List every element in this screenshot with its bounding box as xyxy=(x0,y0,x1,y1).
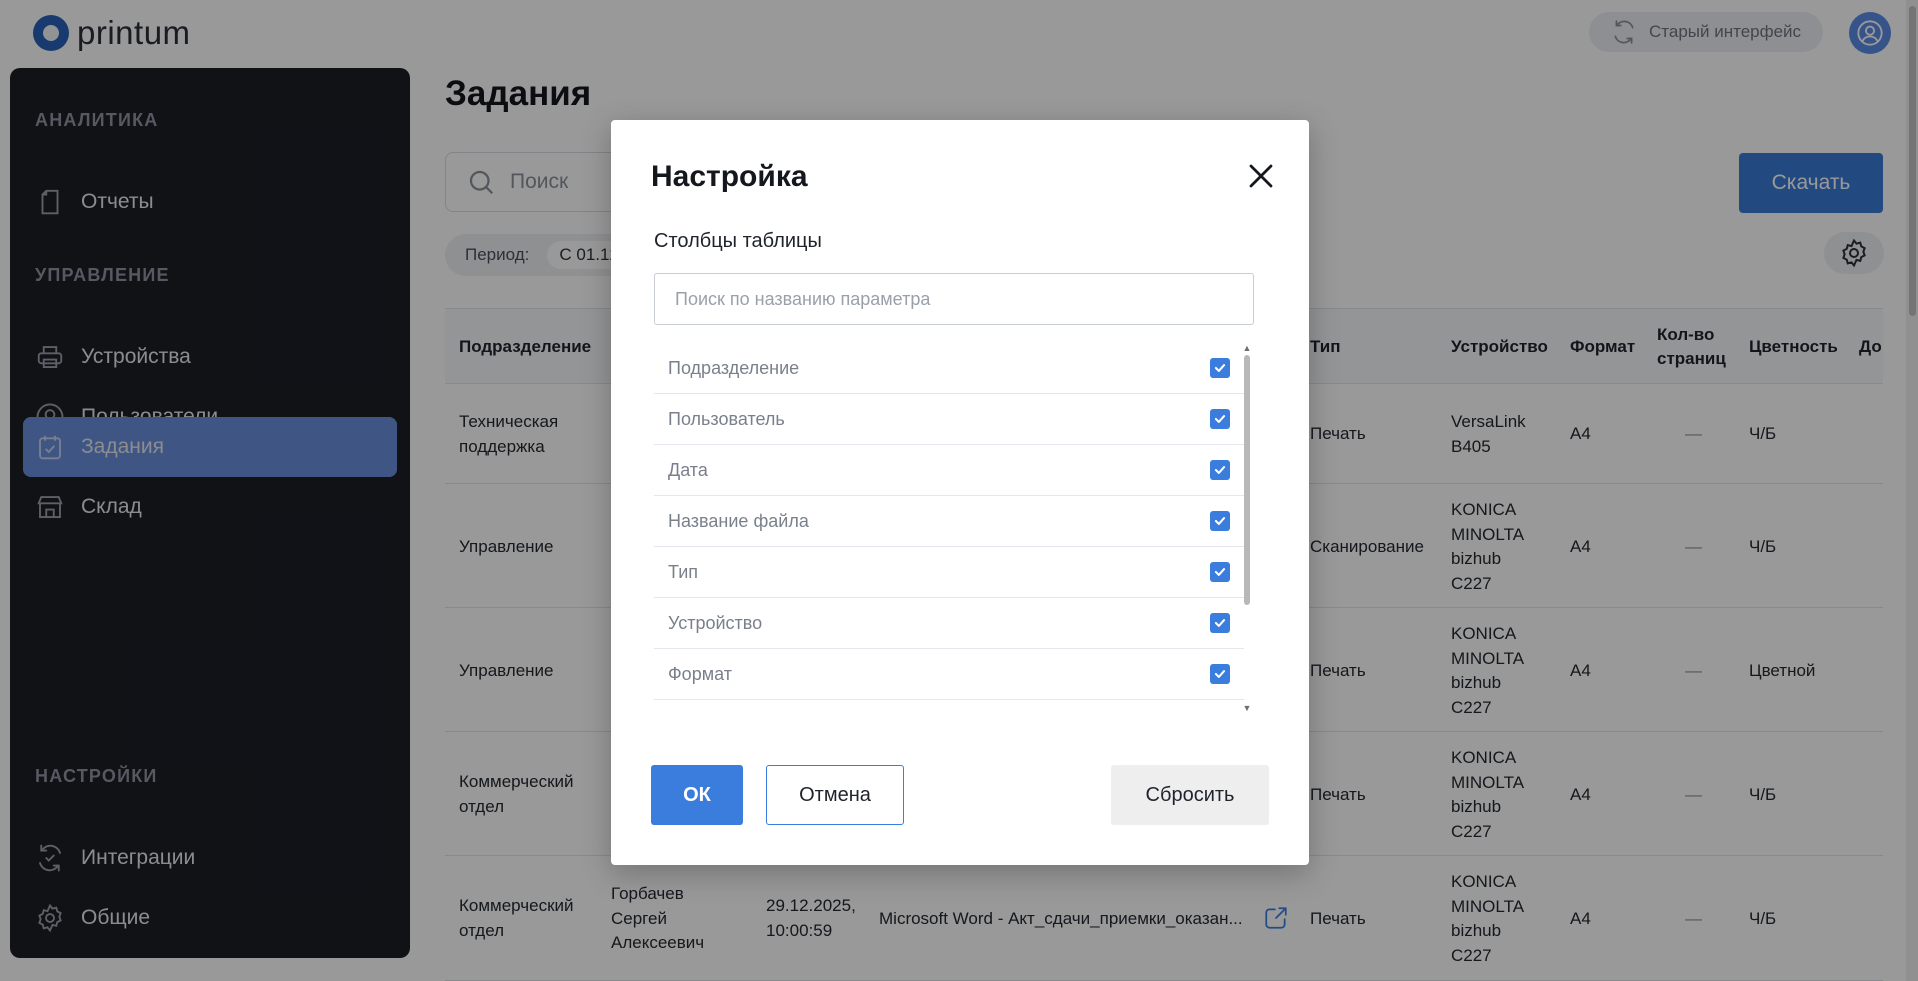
close-icon[interactable] xyxy=(1241,156,1281,196)
cancel-button[interactable]: Отмена xyxy=(766,765,904,825)
modal-subtitle: Столбцы таблицы xyxy=(654,230,822,252)
reset-button[interactable]: Сбросить xyxy=(1111,765,1269,825)
column-option-label: Устройство xyxy=(668,612,763,633)
columns-list: Подразделение Пользователь Дата Название… xyxy=(654,343,1244,713)
ok-button[interactable]: ОК xyxy=(651,765,743,825)
parameter-search-input[interactable]: Поиск по названию параметра xyxy=(654,273,1254,325)
column-checkbox[interactable] xyxy=(1210,613,1230,633)
list-item[interactable]: Подразделение xyxy=(654,343,1244,394)
list-item[interactable]: Формат xyxy=(654,649,1244,700)
modal-title: Настройка xyxy=(651,160,808,193)
settings-modal: Настройка Столбцы таблицы Поиск по назва… xyxy=(611,120,1309,865)
column-checkbox[interactable] xyxy=(1210,562,1230,582)
column-checkbox[interactable] xyxy=(1210,409,1230,429)
column-checkbox[interactable] xyxy=(1210,664,1230,684)
list-item[interactable]: Тип xyxy=(654,547,1244,598)
columns-list-scrollbar-thumb[interactable] xyxy=(1244,355,1250,605)
list-item[interactable]: Название файла xyxy=(654,496,1244,547)
scroll-up-arrow-icon[interactable]: ▲ xyxy=(1242,343,1252,353)
column-checkbox[interactable] xyxy=(1210,460,1230,480)
column-option-label: Пользователь xyxy=(668,408,785,429)
column-option-label: Формат xyxy=(668,663,732,684)
column-checkbox[interactable] xyxy=(1210,358,1230,378)
column-option-label: Название файла xyxy=(668,510,809,531)
scroll-down-arrow-icon[interactable]: ▼ xyxy=(1242,703,1252,713)
columns-list-scrollbar[interactable]: ▲ ▼ xyxy=(1242,343,1252,713)
list-item[interactable]: Пользователь xyxy=(654,394,1244,445)
list-item[interactable]: Дата xyxy=(654,445,1244,496)
column-checkbox[interactable] xyxy=(1210,511,1230,531)
column-option-label: Тип xyxy=(668,561,699,582)
column-option-label: Дата xyxy=(668,459,708,480)
list-item[interactable]: Устройство xyxy=(654,598,1244,649)
column-option-label: Подразделение xyxy=(668,357,800,378)
